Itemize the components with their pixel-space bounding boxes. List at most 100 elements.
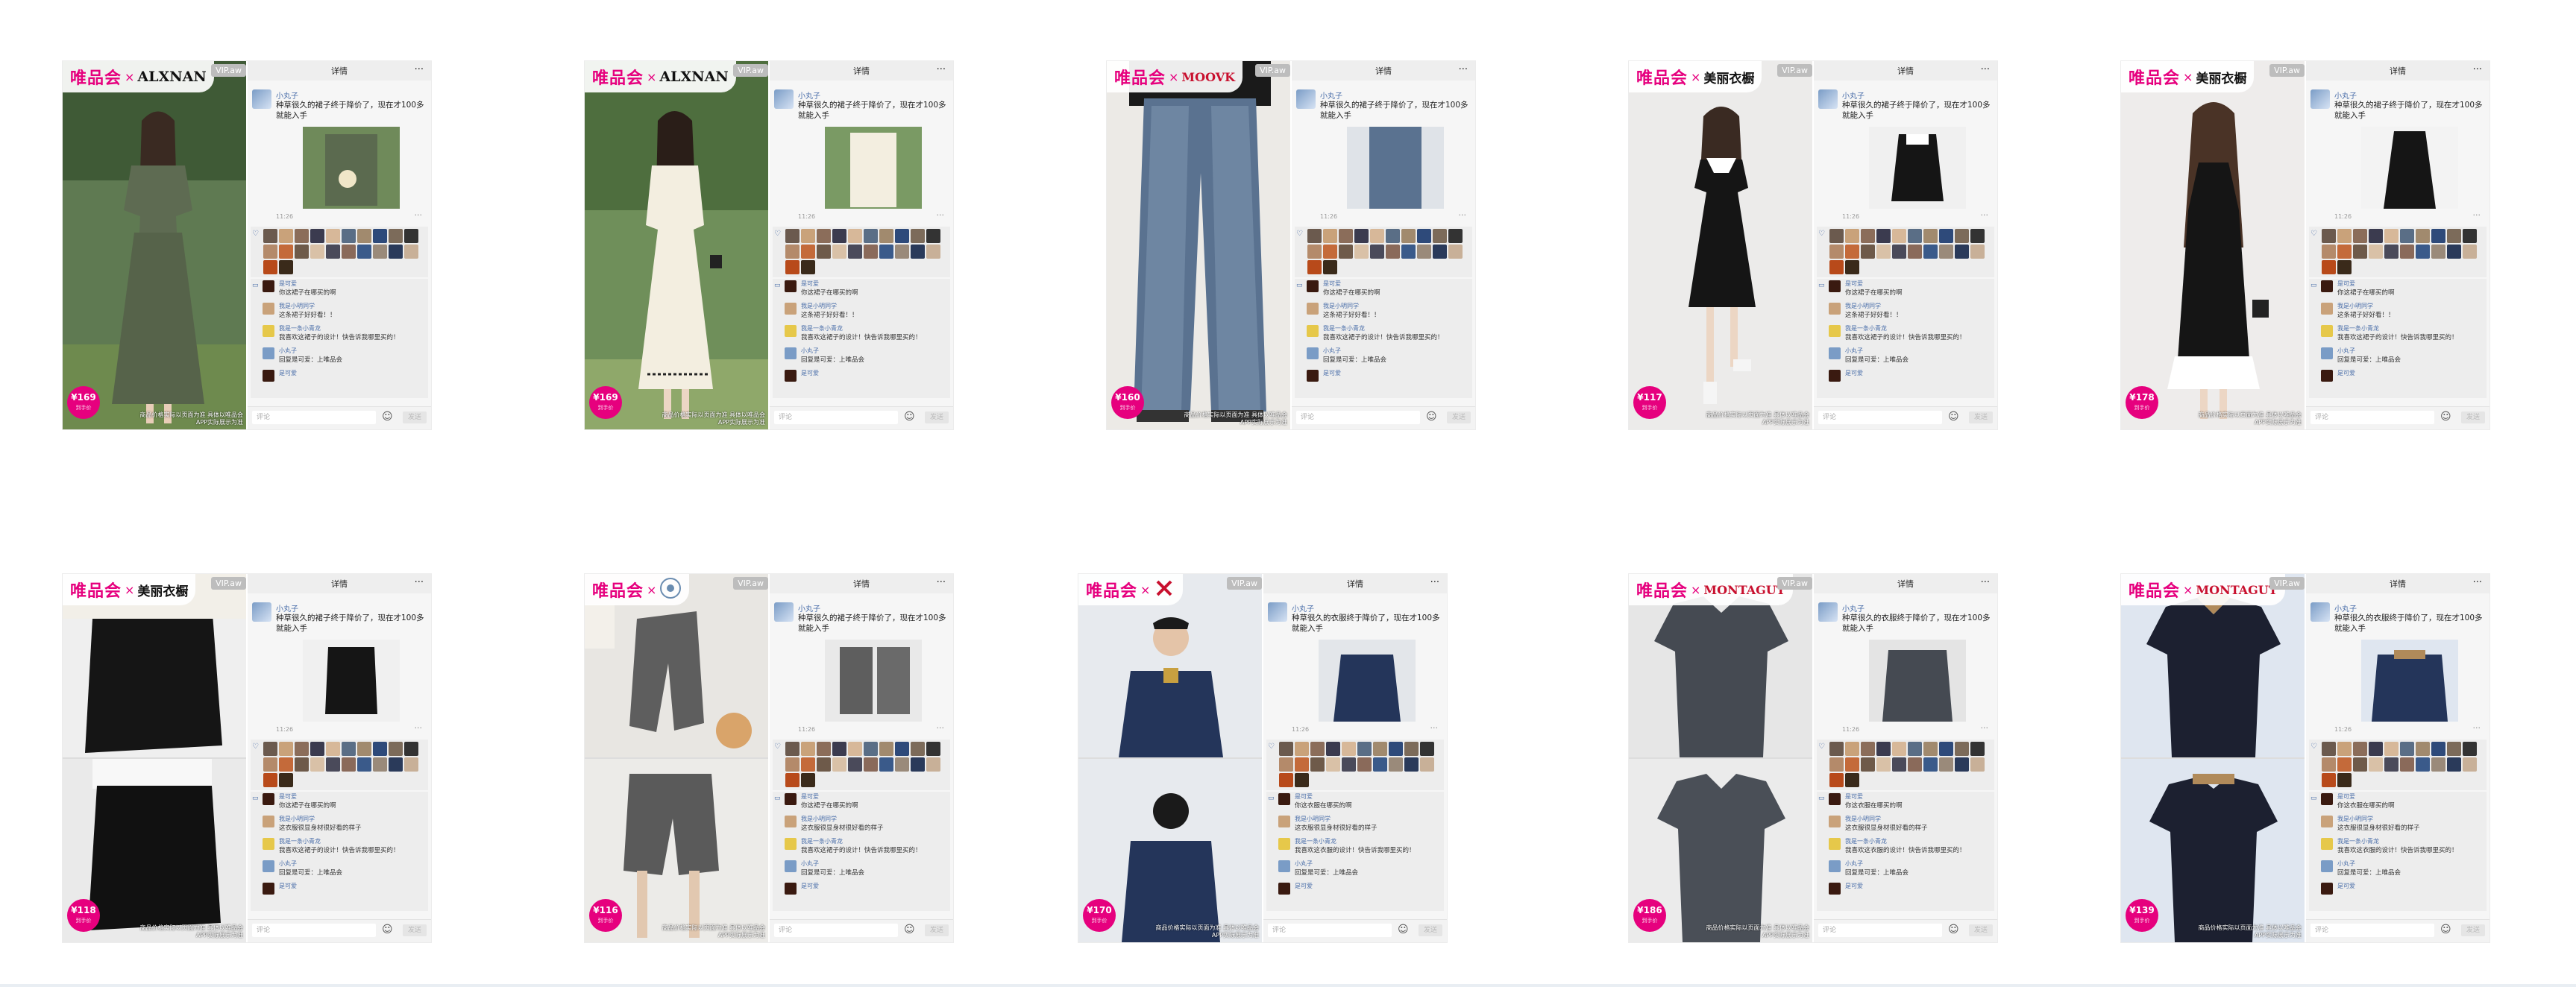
emoji-icon[interactable]: ☺ [2440,924,2451,936]
comment-avatar [263,860,274,872]
post-more-icon[interactable]: ··· [937,723,945,733]
disclaimer-text: 商品价格实际以页面为准 具体以唯品会APP实际展示为准 [139,411,243,426]
emoji-icon[interactable]: ☺ [382,924,393,936]
post-more-icon[interactable]: ··· [415,210,423,220]
post-text: 种草很久的裙子终于降价了，现在才100多就能入手 [798,614,946,633]
emoji-icon[interactable]: ☺ [904,924,915,936]
send-button[interactable]: 发送 [925,924,949,936]
heart-icon: ♡ [1818,742,1825,751]
post-more-icon[interactable]: ··· [1430,723,1439,733]
post-more-icon[interactable]: ··· [1459,210,1467,220]
emoji-icon[interactable]: ☺ [1948,924,1959,936]
comment-avatar [263,347,274,359]
moments-mockup: 详情 ··· 小丸子 种草很久的裙子终于降价了，现在才100多就能入手 11:26… [248,61,431,429]
like-avatar-grid [2321,741,2485,788]
comment-avatar [785,816,797,827]
comment-item: 是可爱 [1277,881,1444,904]
heart-icon: ♡ [2310,230,2317,238]
post-more-icon[interactable]: ··· [1981,210,1989,220]
moments-mockup: 详情 ··· 小丸子 种草很久的裙子终于降价了，现在才100多就能入手 11:26… [2306,61,2489,429]
avatar [252,89,271,109]
send-button[interactable]: 发送 [1969,411,1993,423]
brand-bar: 唯品会 × 美丽衣橱 [2121,61,2255,92]
emoji-icon[interactable]: ☺ [1948,411,1959,423]
comment-input[interactable]: 评论 [252,924,376,937]
emoji-icon[interactable]: ☺ [2440,411,2451,423]
comment-input[interactable]: 评论 [774,924,898,937]
send-button[interactable]: 发送 [1447,411,1471,423]
partner-brand: 美丽衣橱 [137,584,189,599]
avatar [1818,89,1838,109]
emoji-icon[interactable]: ☺ [904,411,915,423]
post-text: 种草很久的裙子终于降价了，现在才100多就能入手 [1320,101,1468,120]
comment-avatar [785,370,797,382]
moments-mockup: 详情 ··· 小丸子 种草很久的裙子终于降价了，现在才100多就能入手 11:26… [770,61,953,429]
moments-topbar: 详情 ··· [770,61,953,81]
emoji-icon[interactable]: ☺ [382,411,393,423]
comment-item: 我是小明同学 这条裙子好好看！！ [1305,301,1472,324]
comment-input[interactable]: 评论 [774,411,898,424]
post-more-icon[interactable]: ··· [2473,210,2481,220]
more-icon: ··· [2472,64,2482,75]
comment-item: 我是一条小青龙 我喜欢这裙子的设计！快告诉我哪里买的！ [2319,324,2487,346]
post-more-icon[interactable]: ··· [2473,723,2481,733]
comment-input[interactable]: 评论 [2310,924,2434,937]
comment-item: 我是一条小青龙 我喜欢这裙子的设计！快告诉我哪里买的！ [1827,324,1994,346]
vip-logo: 唯品会 [2129,69,2181,88]
send-button[interactable]: 发送 [1969,924,1993,936]
collab-x: × [1140,582,1151,597]
likes-panel: ♡ [1817,740,1994,790]
comment-avatar [1829,347,1841,359]
post-more-icon[interactable]: ··· [1981,723,1989,733]
heart-icon: ♡ [1818,230,1825,238]
product-image [63,61,246,429]
likes-panel: ♡ [1817,227,1994,277]
post-image [303,640,400,722]
comment-item: 是可爱 [1827,881,1994,904]
comment-item: 是可爱 [783,881,950,904]
send-button[interactable]: 发送 [1419,924,1442,936]
comments-panel: ▭ 是可爱 你这裙子在哪买的啊 我是小明同学 这条裙子好好看！！ 我是一条小青龙 我喜… [2309,279,2487,398]
comment-input[interactable]: 评论 [1818,924,1942,937]
post-text: 种草很久的衣服终于降价了，现在才100多就能入手 [2334,614,2483,633]
send-button[interactable]: 发送 [403,411,427,423]
post-more-icon[interactable]: ··· [937,210,945,220]
vip-tag: VIP.aw [2269,64,2305,77]
send-button[interactable]: 发送 [2461,924,2485,936]
partner-brand: MONTAGUT [1703,582,1785,597]
model-black-dress-image [1629,61,1812,429]
comment-avatar [263,303,274,315]
comment-input[interactable]: 评论 [1268,924,1392,937]
post-time: 11:26 [1292,726,1310,733]
ad-card-8: 唯品会 × VIP.aw ¥170 到手价 商品价格实际以页面为准 具体以唯品会A… [1078,574,1447,942]
comment-input[interactable]: 评论 [2310,411,2434,424]
send-button[interactable]: 发送 [403,924,427,936]
comment-input[interactable]: 评论 [1818,411,1942,424]
comment-input[interactable]: 评论 [252,411,376,424]
brand-bar: 唯品会 × ALXNAN [63,61,214,92]
comment-icon: ▭ [1296,282,1303,289]
comment-item: 我是一条小青龙 我喜欢这衣服的设计！快告诉我哪里买的！ [1827,836,1994,859]
comment-avatar [785,347,797,359]
post-image [2361,640,2458,722]
comment-icon: ▭ [2310,795,2317,802]
product-photo-panel: 唯品会 × ALXNAN VIP.aw ¥169 到手价 商品价格实际以页面为准 … [63,61,246,429]
collab-x: × [1691,582,1701,597]
emoji-icon[interactable]: ☺ [1398,924,1409,936]
comments-panel: ▭ 是可爱 你这裙子在哪买的啊 我是小明同学 这条裙子好好看！！ 我是一条小青龙 我喜… [1295,279,1472,398]
comment-input[interactable]: 评论 [1296,411,1420,424]
comment-item: 是可爱 [2319,368,2487,391]
comment-avatar [1829,370,1841,382]
comment-item: 小丸子 回复是可爱：上唯品会 [2319,859,2487,881]
post-more-icon[interactable]: ··· [415,723,423,733]
send-button[interactable]: 发送 [925,411,949,423]
emoji-icon[interactable]: ☺ [1426,411,1437,423]
collab-x: × [647,69,657,84]
comment-item: 我是一条小青龙 我喜欢这裙子的设计！快告诉我哪里买的！ [1305,324,1472,346]
send-button[interactable]: 发送 [2461,411,2485,423]
red-brand-logo-icon [1157,580,1172,596]
post-time: 11:26 [2334,213,2352,220]
heart-icon: ♡ [252,230,259,238]
disclaimer-text: 商品价格实际以页面为准 具体以唯品会APP实际展示为准 [2198,411,2302,426]
likes-panel: ♡ [251,227,428,277]
